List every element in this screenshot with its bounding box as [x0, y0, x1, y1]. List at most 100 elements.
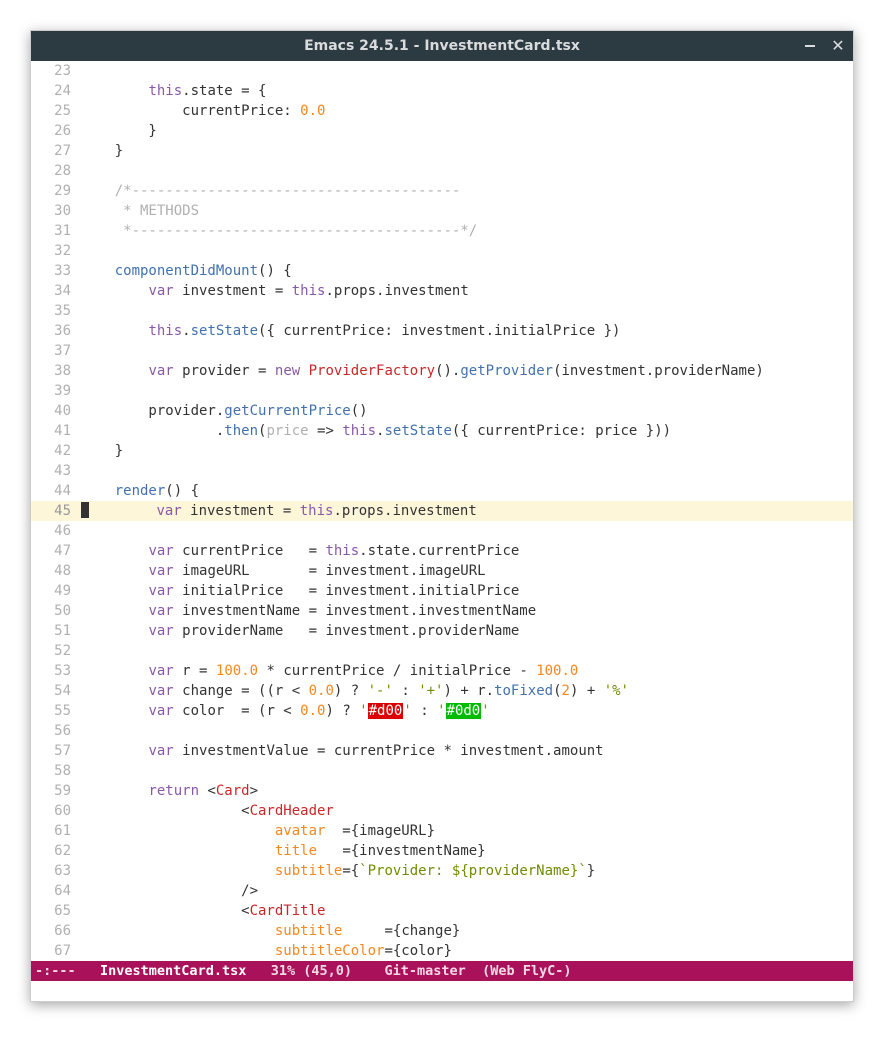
code-line[interactable]: 60 <CardHeader — [31, 801, 853, 821]
code-content[interactable]: avatar ={imageURL} — [81, 821, 853, 841]
code-content[interactable]: /> — [81, 881, 853, 901]
code-content[interactable]: var investment = this.props.investment — [81, 281, 853, 301]
code-line[interactable]: 31 *------------------------------------… — [31, 221, 853, 241]
code-content[interactable]: *---------------------------------------… — [81, 221, 853, 241]
code-line[interactable]: 28 — [31, 161, 853, 181]
code-line[interactable]: 43 — [31, 461, 853, 481]
code-line[interactable]: 26 } — [31, 121, 853, 141]
code-content[interactable] — [81, 381, 853, 401]
code-line[interactable]: 49 var initialPrice = investment.initial… — [31, 581, 853, 601]
code-line[interactable]: 48 var imageURL = investment.imageURL — [31, 561, 853, 581]
code-content[interactable]: var investment = this.props.investment — [81, 501, 853, 521]
code-line[interactable]: 65 <CardTitle — [31, 901, 853, 921]
code-line[interactable]: 24 this.state = { — [31, 81, 853, 101]
code-line[interactable]: 40 provider.getCurrentPrice() — [31, 401, 853, 421]
code-content[interactable] — [81, 161, 853, 181]
code-content[interactable]: /*--------------------------------------… — [81, 181, 853, 201]
code-content[interactable] — [81, 521, 853, 541]
code-line[interactable]: 45 var investment = this.props.investmen… — [31, 501, 853, 521]
code-content[interactable]: var r = 100.0 * currentPrice / initialPr… — [81, 661, 853, 681]
code-content[interactable]: subtitleColor={color} — [81, 941, 853, 961]
code-content[interactable] — [81, 301, 853, 321]
code-content[interactable]: provider.getCurrentPrice() — [81, 401, 853, 421]
code-line[interactable]: 47 var currentPrice = this.state.current… — [31, 541, 853, 561]
line-number: 23 — [31, 61, 81, 81]
minibuffer[interactable] — [31, 981, 853, 1001]
code-content[interactable]: this.state = { — [81, 81, 853, 101]
code-line[interactable]: 64 /> — [31, 881, 853, 901]
code-line[interactable]: 52 — [31, 641, 853, 661]
code-content[interactable]: * METHODS — [81, 201, 853, 221]
code-line[interactable]: 23 — [31, 61, 853, 81]
code-content[interactable]: var currentPrice = this.state.currentPri… — [81, 541, 853, 561]
minimize-icon[interactable] — [803, 39, 817, 53]
code-content[interactable] — [81, 641, 853, 661]
code-line[interactable]: 46 — [31, 521, 853, 541]
code-content[interactable]: var initialPrice = investment.initialPri… — [81, 581, 853, 601]
code-content[interactable]: .then(price => this.setState({ currentPr… — [81, 421, 853, 441]
code-line[interactable]: 61 avatar ={imageURL} — [31, 821, 853, 841]
code-content[interactable]: render() { — [81, 481, 853, 501]
code-content[interactable]: return <Card> — [81, 781, 853, 801]
code-line[interactable]: 37 — [31, 341, 853, 361]
code-content[interactable] — [81, 341, 853, 361]
code-line[interactable]: 50 var investmentName = investment.inves… — [31, 601, 853, 621]
code-line[interactable]: 32 — [31, 241, 853, 261]
code-line[interactable]: 38 var provider = new ProviderFactory().… — [31, 361, 853, 381]
code-line[interactable]: 51 var providerName = investment.provide… — [31, 621, 853, 641]
code-content[interactable]: <CardTitle — [81, 901, 853, 921]
code-line[interactable]: 39 — [31, 381, 853, 401]
code-content[interactable]: var investmentValue = currentPrice * inv… — [81, 741, 853, 761]
code-content[interactable]: var investmentName = investment.investme… — [81, 601, 853, 621]
code-line[interactable]: 30 * METHODS — [31, 201, 853, 221]
code-content[interactable]: componentDidMount() { — [81, 261, 853, 281]
code-line[interactable]: 35 — [31, 301, 853, 321]
code-content[interactable]: var providerName = investment.providerNa… — [81, 621, 853, 641]
code-content[interactable] — [81, 761, 853, 781]
code-line[interactable]: 57 var investmentValue = currentPrice * … — [31, 741, 853, 761]
code-line[interactable]: 58 — [31, 761, 853, 781]
code-content[interactable] — [81, 721, 853, 741]
code-content[interactable]: currentPrice: 0.0 — [81, 101, 853, 121]
code-line[interactable]: 67 subtitleColor={color} — [31, 941, 853, 961]
code-line[interactable]: 54 var change = ((r < 0.0) ? '-' : '+') … — [31, 681, 853, 701]
code-content[interactable]: var provider = new ProviderFactory().get… — [81, 361, 853, 381]
code-line[interactable]: 59 return <Card> — [31, 781, 853, 801]
code-line[interactable]: 62 title ={investmentName} — [31, 841, 853, 861]
code-line[interactable]: 56 — [31, 721, 853, 741]
line-number: 62 — [31, 841, 81, 861]
code-content[interactable]: this.setState({ currentPrice: investment… — [81, 321, 853, 341]
code-content[interactable]: subtitle={`Provider: ${providerName}`} — [81, 861, 853, 881]
code-content[interactable]: } — [81, 141, 853, 161]
cursor — [81, 502, 89, 518]
code-content[interactable] — [81, 61, 853, 81]
code-content[interactable]: var imageURL = investment.imageURL — [81, 561, 853, 581]
line-number: 40 — [31, 401, 81, 421]
code-content[interactable]: subtitle ={change} — [81, 921, 853, 941]
code-content[interactable]: var color = (r < 0.0) ? '#d00' : '#0d0' — [81, 701, 853, 721]
line-number: 59 — [31, 781, 81, 801]
code-line[interactable]: 53 var r = 100.0 * currentPrice / initia… — [31, 661, 853, 681]
code-line[interactable]: 36 this.setState({ currentPrice: investm… — [31, 321, 853, 341]
code-line[interactable]: 34 var investment = this.props.investmen… — [31, 281, 853, 301]
code-line[interactable]: 42 } — [31, 441, 853, 461]
code-line[interactable]: 33 componentDidMount() { — [31, 261, 853, 281]
code-content[interactable]: } — [81, 441, 853, 461]
code-content[interactable] — [81, 241, 853, 261]
code-line[interactable]: 63 subtitle={`Provider: ${providerName}`… — [31, 861, 853, 881]
code-content[interactable]: var change = ((r < 0.0) ? '-' : '+') + r… — [81, 681, 853, 701]
code-line[interactable]: 44 render() { — [31, 481, 853, 501]
code-line[interactable]: 41 .then(price => this.setState({ curren… — [31, 421, 853, 441]
code-content[interactable] — [81, 461, 853, 481]
close-icon[interactable]: ✕ — [831, 39, 845, 53]
code-content[interactable]: } — [81, 121, 853, 141]
editor-area[interactable]: 2324 this.state = {25 currentPrice: 0.02… — [31, 61, 853, 961]
code-line[interactable]: 27 } — [31, 141, 853, 161]
code-content[interactable]: <CardHeader — [81, 801, 853, 821]
code-content[interactable]: title ={investmentName} — [81, 841, 853, 861]
code-line[interactable]: 29 /*-----------------------------------… — [31, 181, 853, 201]
line-number: 33 — [31, 261, 81, 281]
code-line[interactable]: 66 subtitle ={change} — [31, 921, 853, 941]
code-line[interactable]: 55 var color = (r < 0.0) ? '#d00' : '#0d… — [31, 701, 853, 721]
code-line[interactable]: 25 currentPrice: 0.0 — [31, 101, 853, 121]
